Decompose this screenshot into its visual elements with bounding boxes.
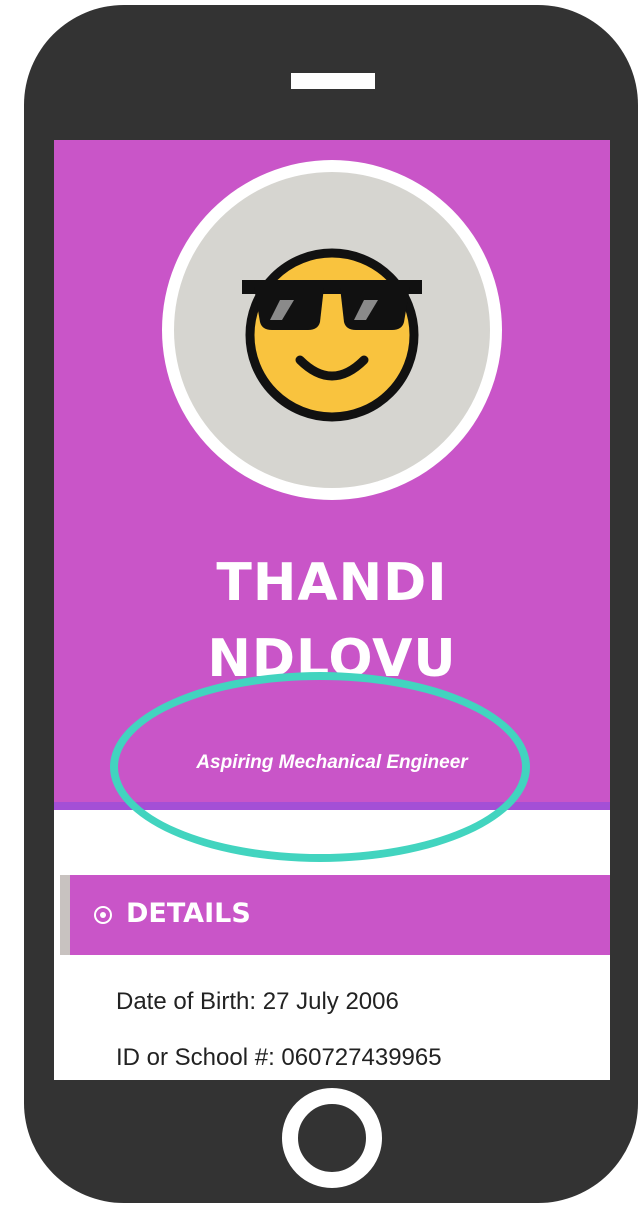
circle-dot-icon [94, 906, 112, 924]
detail-id-number: ID or School #: 060727439965 [116, 1044, 442, 1071]
phone-speaker [291, 73, 375, 89]
profile-first-name: THANDI [216, 553, 448, 613]
avatar-background [174, 172, 490, 488]
profile-last-name: NDLOVU [207, 629, 457, 689]
phone-screen: THANDI NDLOVU Aspiring Mechanical Engine… [54, 140, 610, 1080]
detail-date-of-birth: Date of Birth: 27 July 2006 [116, 988, 399, 1015]
cool-sunglasses-emoji-icon [242, 248, 422, 422]
profile-title: Aspiring Mechanical Engineer [196, 752, 468, 773]
phone-frame: THANDI NDLOVU Aspiring Mechanical Engine… [24, 5, 638, 1203]
home-button[interactable] [282, 1088, 382, 1188]
details-section-header[interactable]: DETAILS [60, 875, 610, 955]
avatar [162, 160, 502, 500]
profile-name: THANDI NDLOVU [54, 545, 610, 697]
details-heading: DETAILS [126, 898, 251, 929]
profile-hero: THANDI NDLOVU Aspiring Mechanical Engine… [54, 140, 610, 862]
